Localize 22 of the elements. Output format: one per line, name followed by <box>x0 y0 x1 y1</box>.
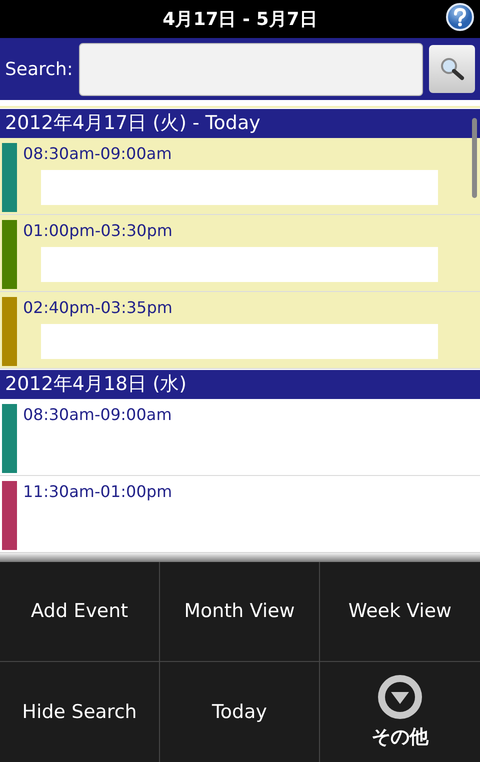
menu-item[interactable]: Month View <box>160 562 320 662</box>
event-time: 08:30am-09:00am <box>23 143 173 165</box>
event-time: 01:00pm-03:30pm <box>23 220 174 242</box>
help-icon[interactable] <box>446 3 474 31</box>
search-field[interactable] <box>78 42 423 96</box>
menu-item[interactable]: Today <box>160 662 320 762</box>
menu-item[interactable]: Week View <box>320 562 480 662</box>
event-row[interactable]: 02:40pm-03:35pm <box>0 292 480 369</box>
menu-item[interactable]: その他 <box>320 662 480 762</box>
event-row[interactable]: 08:30am-09:00am <box>0 138 480 215</box>
day-header: 2012年4月18日 (水) <box>0 370 480 399</box>
event-time: 11:30am-01:00pm <box>23 481 174 503</box>
event-time: 02:40pm-03:35pm <box>23 297 174 319</box>
search-button[interactable] <box>429 45 475 93</box>
window-title: 4月17日 - 5月7日 <box>162 8 318 32</box>
search-icon <box>439 56 465 82</box>
event-row[interactable]: 01:00pm-03:30pm <box>0 215 480 292</box>
search-label: Search: <box>5 58 73 82</box>
menu-item[interactable]: Hide Search <box>0 662 160 762</box>
menu-item[interactable]: Add Event <box>0 562 160 662</box>
day-header: 2012年4月17日 (火) - Today <box>0 109 480 138</box>
event-time: 08:30am-09:00am <box>23 404 173 426</box>
